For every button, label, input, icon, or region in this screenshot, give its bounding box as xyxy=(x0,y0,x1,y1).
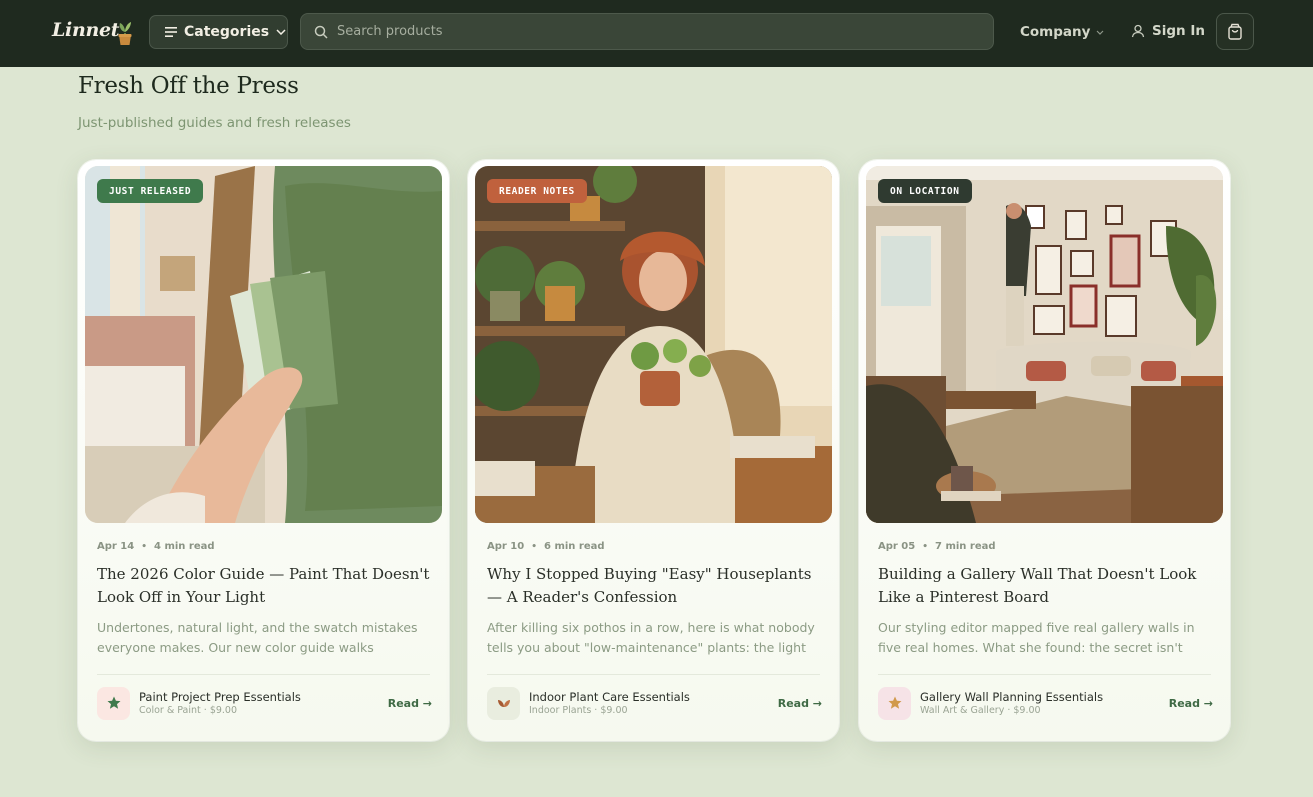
linked-product: Paint Project Prep Essentials Color & Pa… xyxy=(97,686,432,720)
read-time: 4 min read xyxy=(154,541,215,552)
read-link[interactable]: Read → xyxy=(1169,697,1213,710)
read-time: 6 min read xyxy=(544,541,605,552)
product-thumbnail[interactable] xyxy=(878,686,911,720)
card-tag: ON LOCATION xyxy=(878,179,972,203)
article-title[interactable]: Why I Stopped Buying "Easy" Houseplants … xyxy=(487,563,822,609)
sign-in-label: Sign In xyxy=(1152,23,1205,39)
product-meta: Indoor Plants · $9.00 xyxy=(529,704,628,716)
card-tag: JUST RELEASED xyxy=(97,179,204,203)
user-icon xyxy=(1131,24,1145,38)
menu-lines-icon xyxy=(165,27,177,37)
chevron-down-icon xyxy=(276,29,286,35)
sprout-icon xyxy=(497,700,510,707)
cart-button[interactable] xyxy=(1216,13,1254,50)
card-divider xyxy=(878,674,1211,675)
article-meta: Apr 10 • 6 min read xyxy=(487,541,605,552)
article-excerpt: Our styling editor mapped five real gall… xyxy=(878,620,1195,655)
publish-date: Apr 10 xyxy=(487,541,525,552)
article-card[interactable]: ON LOCATION Apr 05 • 7 min read Building… xyxy=(859,160,1230,741)
search-input[interactable] xyxy=(337,24,993,39)
product-info: Indoor Plant Care Essentials Indoor Plan… xyxy=(529,690,778,717)
star-icon xyxy=(888,696,901,709)
chevron-down-icon xyxy=(1097,30,1104,35)
meta-separator: • xyxy=(141,541,147,552)
article-meta: Apr 14 • 4 min read xyxy=(97,541,215,552)
product-name[interactable]: Indoor Plant Care Essentials xyxy=(529,690,778,704)
article-title[interactable]: Building a Gallery Wall That Doesn't Loo… xyxy=(878,563,1213,609)
article-card[interactable]: JUST RELEASED Apr 14 • 4 min read The 20… xyxy=(78,160,449,741)
woman-with-plant-photo xyxy=(475,166,832,523)
product-meta: Color & Paint · $9.00 xyxy=(139,704,238,716)
read-link[interactable]: Read → xyxy=(388,697,432,710)
sign-in-link[interactable]: Sign In xyxy=(1131,23,1205,39)
product-info: Paint Project Prep Essentials Color & Pa… xyxy=(139,690,388,717)
article-image-reader-plant[interactable]: READER NOTES xyxy=(475,166,832,523)
categories-label: Categories xyxy=(184,24,270,40)
linked-product: Gallery Wall Planning Essentials Wall Ar… xyxy=(878,686,1213,720)
paint-swatch-photo xyxy=(85,166,442,523)
article-image-paint-swatch[interactable]: JUST RELEASED xyxy=(85,166,442,523)
article-title[interactable]: The 2026 Color Guide — Paint That Doesn'… xyxy=(97,563,432,609)
article-meta: Apr 05 • 7 min read xyxy=(878,541,996,552)
company-label: Company xyxy=(1020,24,1091,40)
search-icon xyxy=(314,25,328,39)
card-divider xyxy=(97,674,430,675)
section-subtitle: Just-published guides and fresh releases xyxy=(78,115,351,131)
product-name[interactable]: Gallery Wall Planning Essentials xyxy=(920,690,1169,704)
product-info: Gallery Wall Planning Essentials Wall Ar… xyxy=(920,690,1169,717)
publish-date: Apr 14 xyxy=(97,541,135,552)
card-tag: READER NOTES xyxy=(487,179,587,203)
potted-plant-logo-icon xyxy=(118,22,132,45)
search-bar xyxy=(300,13,994,50)
company-menu[interactable]: Company xyxy=(1020,24,1104,40)
product-meta: Wall Art & Gallery · $9.00 xyxy=(920,704,1041,716)
article-excerpt: After killing six pothos in a row, here … xyxy=(487,620,815,655)
meta-separator: • xyxy=(531,541,537,552)
shopping-bag-icon xyxy=(1228,23,1242,40)
categories-button[interactable]: Categories xyxy=(149,15,288,49)
card-divider xyxy=(487,674,820,675)
product-thumbnail[interactable] xyxy=(487,686,520,720)
meta-separator: • xyxy=(922,541,928,552)
top-navigation-bar: Linnet Categories Company xyxy=(0,0,1313,67)
logo-text[interactable]: Linnet xyxy=(52,19,120,41)
article-card[interactable]: READER NOTES Apr 10 • 6 min read Why I S… xyxy=(468,160,839,741)
read-link[interactable]: Read → xyxy=(778,697,822,710)
section-title: Fresh Off the Press xyxy=(78,73,299,99)
product-name[interactable]: Paint Project Prep Essentials xyxy=(139,690,388,704)
gallery-wall-photo xyxy=(866,166,1223,523)
linked-product: Indoor Plant Care Essentials Indoor Plan… xyxy=(487,686,822,720)
publish-date: Apr 05 xyxy=(878,541,916,552)
read-time: 7 min read xyxy=(935,541,996,552)
article-image-gallery-wall[interactable]: ON LOCATION xyxy=(866,166,1223,523)
star-icon xyxy=(107,696,120,709)
product-thumbnail[interactable] xyxy=(97,686,130,720)
article-excerpt: Undertones, natural light, and the swatc… xyxy=(97,620,418,655)
